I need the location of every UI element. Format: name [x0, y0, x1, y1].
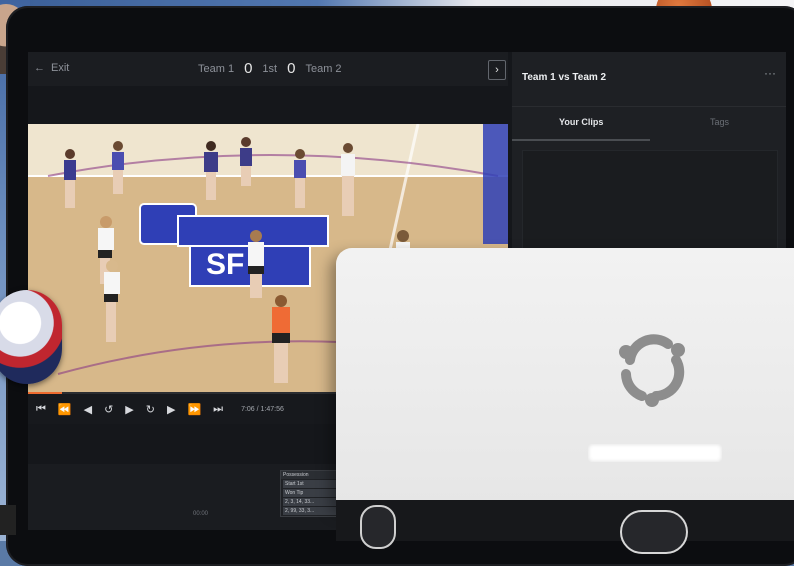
svg-text:SF: SF [206, 248, 244, 281]
tag-list-header: Possession [281, 471, 341, 479]
timecode: 7:06 / 1:47:56 [241, 405, 284, 413]
arrow-left-icon: ← [34, 62, 45, 74]
scoreboard: Team 1 0 1st 0 Team 2 [198, 60, 342, 77]
device-foot [360, 505, 396, 549]
tab-tags[interactable]: Tags [710, 117, 729, 127]
soccer-ball [0, 290, 62, 384]
exit-label: Exit [51, 62, 70, 74]
timeline-time-label: 00:00 [193, 511, 209, 517]
step-back-icon[interactable]: ◀ [84, 403, 92, 416]
background-object [0, 505, 16, 535]
skip-end-icon[interactable]: ⏭ [213, 403, 223, 416]
replay-icon[interactable]: ↺ [104, 403, 113, 416]
tag-item[interactable]: 2, 3, 14, 33... [283, 498, 339, 506]
period-label: 1st [262, 62, 278, 75]
tag-item[interactable]: Start 1st [283, 480, 339, 488]
device-status-light [588, 444, 722, 462]
device-foot [620, 510, 688, 554]
skip-start-icon[interactable]: ⏮ [36, 403, 46, 416]
tab-your-clips[interactable]: Your Clips [559, 117, 603, 127]
camera-device [336, 248, 794, 508]
rewind-icon[interactable]: ⏪ [58, 403, 72, 416]
team2-score: 0 [287, 60, 296, 77]
video-header: ← Exit Team 1 0 1st 0 Team 2 › [28, 52, 508, 86]
tag-item[interactable]: 2, 99, 33, 3... [283, 507, 339, 515]
chevron-right-icon[interactable]: › [488, 60, 506, 80]
ellipsis-icon[interactable]: ··· [764, 66, 776, 80]
forward-icon[interactable]: ↻ [146, 403, 155, 416]
panel-title: Team 1 vs Team 2 [522, 72, 607, 83]
device-base [336, 500, 794, 541]
fast-forward-icon[interactable]: ⏩ [187, 403, 201, 416]
team2-name: Team 2 [305, 62, 342, 75]
active-tab-indicator [512, 139, 650, 141]
brand-logo-icon [619, 334, 685, 407]
team1-score: 0 [244, 60, 253, 77]
step-forward-icon[interactable]: ▶ [167, 403, 175, 416]
exit-button[interactable]: ← Exit [34, 62, 69, 74]
play-icon[interactable]: ▶ [125, 403, 133, 416]
panel-tabs: Your Clips Tags [512, 106, 786, 141]
team1-name: Team 1 [198, 62, 235, 75]
tag-item[interactable]: Won Tip [283, 489, 339, 497]
tag-list: Possession Start 1st Won Tip 2, 3, 14, 3… [280, 470, 342, 517]
